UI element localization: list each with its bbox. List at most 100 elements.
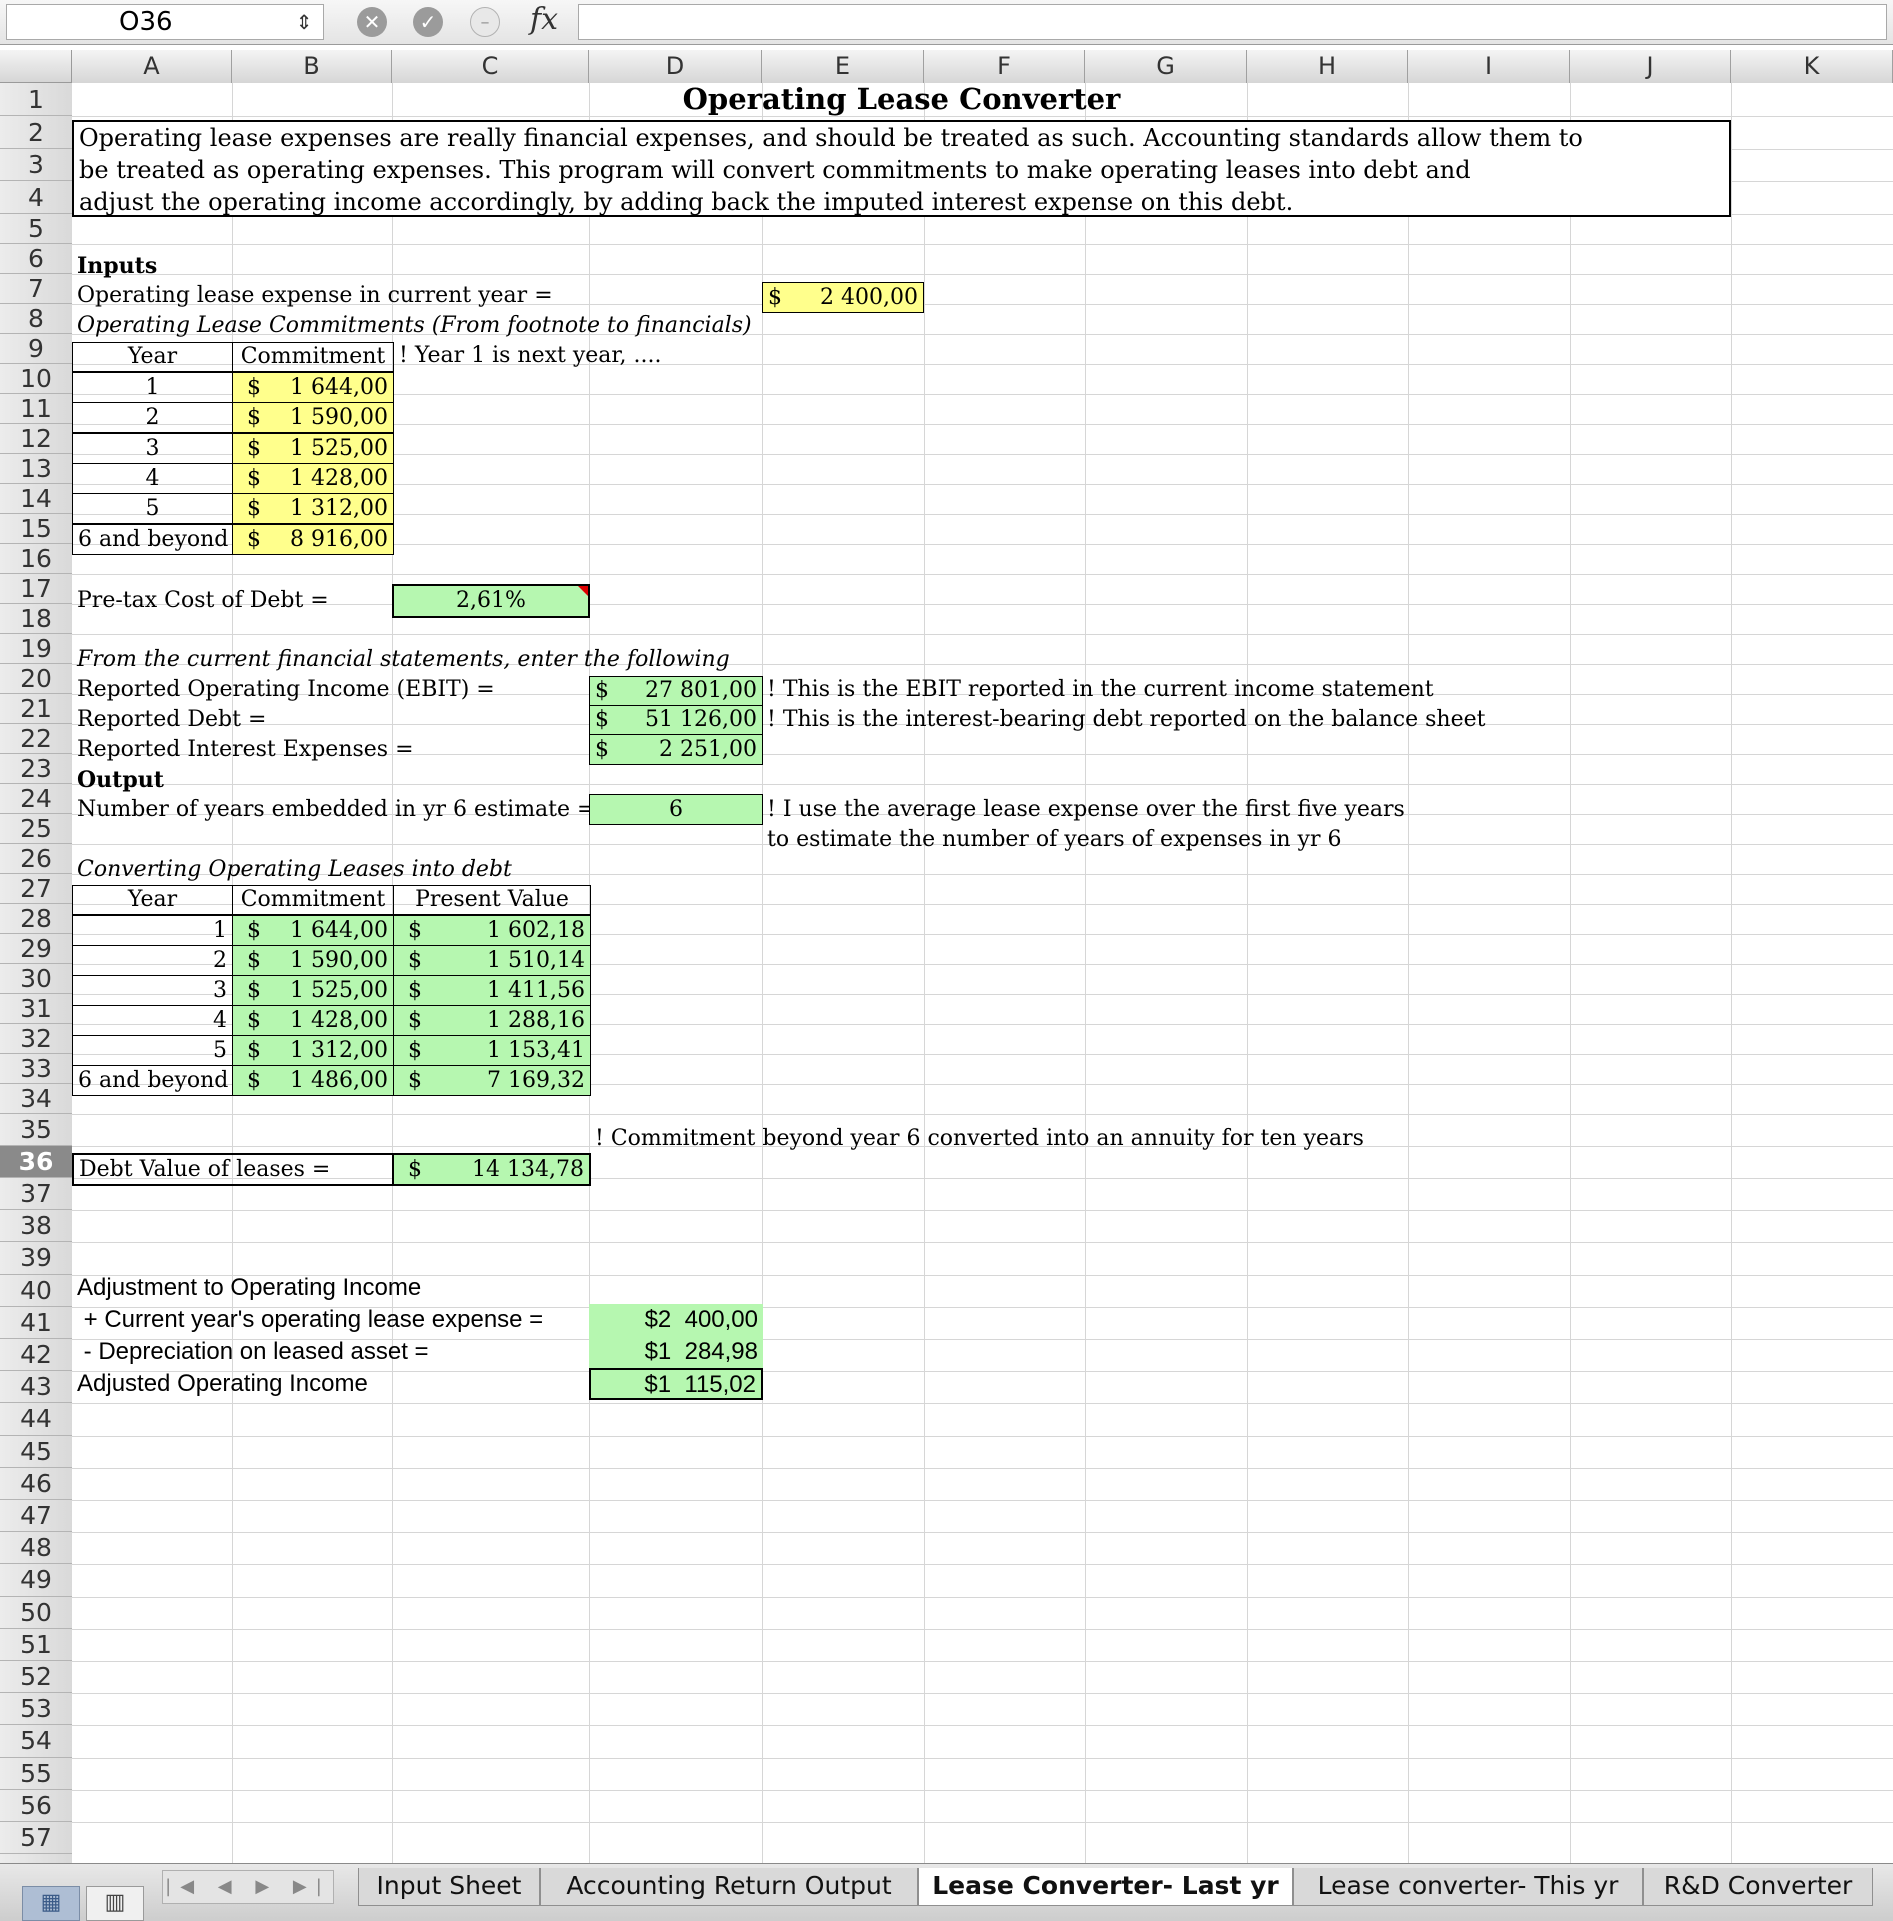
spreadsheet-grid[interactable]: Operating Lease Converter Operating leas… (72, 83, 1893, 1863)
lease-expense-addback-value[interactable]: $2 400,00 (589, 1304, 763, 1336)
row-header-5[interactable]: 5 (0, 214, 72, 244)
row-header-46[interactable]: 46 (0, 1468, 72, 1500)
column-header-j[interactable]: J (1570, 50, 1731, 83)
years-note-2[interactable]: to estimate the number of years of expen… (762, 825, 1346, 855)
row-header-8[interactable]: 8 (0, 304, 72, 334)
commitment-year[interactable]: 6 and beyond (72, 523, 233, 555)
row-header-51[interactable]: 51 (0, 1629, 72, 1661)
row-header-14[interactable]: 14 (0, 484, 72, 514)
commitment-input[interactable]: $1 644,00 (232, 372, 394, 403)
cost-of-debt-label[interactable]: Pre-tax Cost of Debt = (72, 586, 334, 616)
sheet-navigation-arrows[interactable]: |◀ ◀ ▶ ▶| (162, 1870, 334, 1904)
row-header-11[interactable]: 11 (0, 394, 72, 424)
commitment-year[interactable]: 5 (72, 493, 233, 525)
row-header-32[interactable]: 32 (0, 1024, 72, 1054)
row-header-22[interactable]: 22 (0, 724, 72, 754)
column-header-k[interactable]: K (1731, 50, 1893, 83)
row-header-24[interactable]: 24 (0, 784, 72, 814)
interest-label[interactable]: Reported Interest Expenses = (72, 735, 419, 765)
commitment-year[interactable]: 1 (72, 372, 233, 403)
row-header-48[interactable]: 48 (0, 1532, 72, 1565)
debt-value-cell[interactable]: $ 14 134,78 (392, 1153, 591, 1186)
conversion-commitment[interactable]: $1 486,00 (232, 1065, 394, 1096)
conversion-present-value[interactable]: $7 169,32 (393, 1065, 591, 1096)
select-all-corner[interactable] (0, 50, 72, 83)
row-header-3[interactable]: 3 (0, 149, 72, 181)
column-header-i[interactable]: I (1408, 50, 1570, 83)
row-header-37[interactable]: 37 (0, 1178, 72, 1211)
conversion-commitment[interactable]: $1 312,00 (232, 1035, 394, 1066)
commitment-year[interactable]: 4 (72, 462, 233, 494)
conversion-commitment[interactable]: $1 644,00 (232, 915, 394, 946)
row-header-33[interactable]: 33 (0, 1054, 72, 1084)
row-header-35[interactable]: 35 (0, 1114, 72, 1146)
row-header-57[interactable]: 57 (0, 1822, 72, 1855)
page-layout-view-icon[interactable]: ▥ (86, 1886, 144, 1921)
row-header-31[interactable]: 31 (0, 994, 72, 1024)
commitment-input[interactable]: $1 312,00 (232, 493, 394, 525)
cost-of-debt-input[interactable]: 2,61% (392, 584, 590, 618)
row-header-45[interactable]: 45 (0, 1436, 72, 1468)
row-header-29[interactable]: 29 (0, 934, 72, 964)
tab-lease-converter-this-yr[interactable]: Lease converter- This yr (1293, 1868, 1643, 1906)
row-header-18[interactable]: 18 (0, 604, 72, 634)
column-header-b[interactable]: B (232, 50, 392, 83)
tab-lease-converter-last-yr[interactable]: Lease Converter- Last yr (918, 1868, 1293, 1906)
column-header-h[interactable]: H (1247, 50, 1408, 83)
commitment-header[interactable]: Commitment (232, 342, 394, 372)
normal-view-icon[interactable]: ▦ (22, 1886, 80, 1921)
row-header-20[interactable]: 20 (0, 664, 72, 694)
conversion-year[interactable]: 5 (72, 1035, 233, 1066)
debt-note[interactable]: ! This is the interest-bearing debt repo… (762, 705, 1490, 735)
name-box[interactable]: O36 (6, 4, 324, 40)
row-header-23[interactable]: 23 (0, 754, 72, 784)
row-header-21[interactable]: 21 (0, 694, 72, 724)
debt-label[interactable]: Reported Debt = (72, 705, 271, 735)
lease-expense-input[interactable]: $ 2 400,00 (762, 282, 924, 313)
row-header-9[interactable]: 9 (0, 334, 72, 364)
row-header-4[interactable]: 4 (0, 181, 72, 214)
row-header-6[interactable]: 6 (0, 244, 72, 274)
column-header-a[interactable]: A (72, 50, 232, 83)
row-header-38[interactable]: 38 (0, 1210, 72, 1243)
row-header-10[interactable]: 10 (0, 364, 72, 394)
row-header-44[interactable]: 44 (0, 1403, 72, 1436)
conversion-year[interactable]: 3 (72, 975, 233, 1006)
commitment-input[interactable]: $1 590,00 (232, 402, 394, 434)
commitment-input[interactable]: $1 525,00 (232, 432, 394, 464)
row-header-42[interactable]: 42 (0, 1339, 72, 1372)
depreciation-value[interactable]: $1 284,98 (589, 1336, 763, 1368)
column-header-e[interactable]: E (762, 50, 924, 83)
row-header-15[interactable]: 15 (0, 514, 72, 544)
row-header-25[interactable]: 25 (0, 814, 72, 844)
row-header-40[interactable]: 40 (0, 1275, 72, 1307)
commitment-input[interactable]: $1 428,00 (232, 462, 394, 494)
row-header-26[interactable]: 26 (0, 844, 72, 874)
lease-expense-addback-label[interactable]: + Current year's operating lease expense… (72, 1304, 548, 1336)
debt-input[interactable]: $ 51 126,00 (589, 705, 763, 735)
row-header-1[interactable]: 1 (0, 83, 72, 116)
row-header-39[interactable]: 39 (0, 1242, 72, 1275)
description-box[interactable]: Operating lease expenses are really fina… (72, 120, 1731, 217)
conversion-present-value[interactable]: $1 602,18 (393, 915, 591, 946)
adjustment-heading[interactable]: Adjustment to Operating Income (72, 1272, 426, 1304)
sheet-title[interactable]: Operating Lease Converter (72, 83, 1731, 115)
conversion-present-value[interactable]: $1 153,41 (393, 1035, 591, 1066)
commitment-year[interactable]: 3 (72, 432, 233, 464)
ebit-note[interactable]: ! This is the EBIT reported in the curre… (762, 675, 1439, 705)
ebit-label[interactable]: Reported Operating Income (EBIT) = (72, 675, 500, 705)
depreciation-label[interactable]: - Depreciation on leased asset = (72, 1336, 434, 1368)
conv-pv-header[interactable]: Present Value (393, 885, 591, 915)
interest-input[interactable]: $ 2 251,00 (589, 734, 763, 765)
row-header-55[interactable]: 55 (0, 1758, 72, 1790)
column-header-c[interactable]: C (392, 50, 589, 83)
conversion-commitment[interactable]: $1 428,00 (232, 1005, 394, 1036)
conversion-commitment[interactable]: $1 525,00 (232, 975, 394, 1006)
row-header-56[interactable]: 56 (0, 1790, 72, 1822)
row-header-41[interactable]: 41 (0, 1307, 72, 1339)
row-header-47[interactable]: 47 (0, 1500, 72, 1533)
row-header-52[interactable]: 52 (0, 1661, 72, 1694)
row-header-54[interactable]: 54 (0, 1725, 72, 1758)
conversion-year[interactable]: 6 and beyond (72, 1065, 233, 1096)
row-header-30[interactable]: 30 (0, 964, 72, 994)
